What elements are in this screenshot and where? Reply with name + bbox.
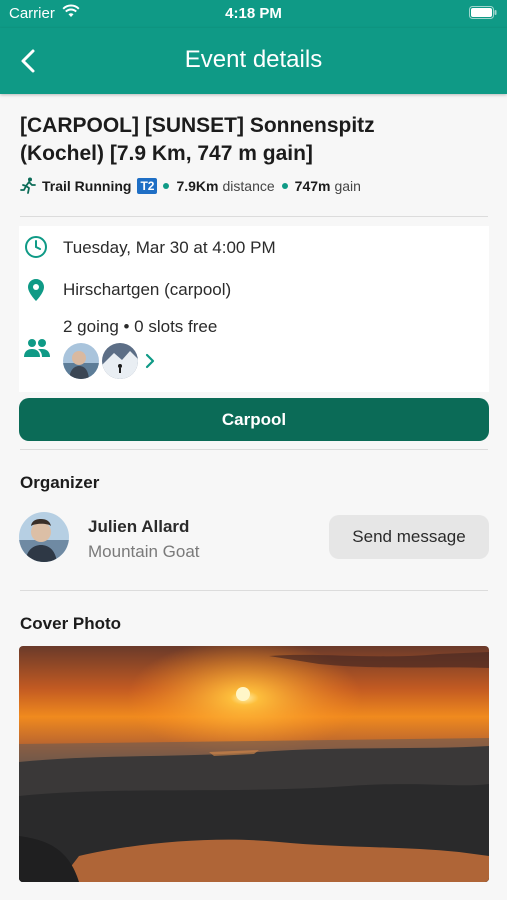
- gain-value: 747m: [294, 178, 331, 194]
- nav-bar: Event details: [0, 28, 507, 94]
- chevron-right-icon: [145, 353, 155, 369]
- activity-label: Trail Running: [42, 178, 132, 194]
- separator-dot: [163, 183, 170, 189]
- attendance-summary: 2 going • 0 slots free: [63, 317, 218, 336]
- event-location[interactable]: Hirschartgen (carpool): [63, 280, 231, 300]
- runner-icon: [19, 177, 37, 195]
- divider: [20, 449, 488, 450]
- carpool-button[interactable]: Carpool: [19, 398, 489, 441]
- attendee-avatar[interactable]: [102, 343, 138, 379]
- clock-icon: [24, 235, 48, 264]
- organizer-section-title: Organizer: [20, 473, 100, 492]
- battery-icon: [469, 6, 497, 23]
- divider: [20, 216, 488, 217]
- event-meta-row: Trail Running T2 7.9Km distance 747m gai…: [19, 176, 489, 196]
- divider: [20, 590, 488, 591]
- map-pin-icon: [25, 278, 47, 307]
- difficulty-badge: T2: [137, 178, 158, 194]
- people-icon: [23, 338, 51, 363]
- organizer-role: Mountain Goat: [88, 542, 200, 561]
- event-details-card: Tuesday, Mar 30 at 4:00 PM Hirschartgen …: [19, 226, 489, 392]
- cover-photo: [19, 646, 489, 882]
- page-title: Event details: [184, 46, 323, 73]
- event-title-line-2: (Kochel) [7.9 Km, 747 m gain]: [20, 142, 313, 165]
- organizer-avatar[interactable]: [19, 512, 69, 562]
- gain-label: gain: [334, 178, 361, 194]
- distance-value: 7.9Km: [176, 178, 219, 194]
- clock-time: 4:18 PM: [225, 5, 282, 22]
- event-title-line-1: [CARPOOL] [SUNSET] Sonnenspitz: [20, 114, 375, 137]
- distance-label: distance: [222, 178, 275, 194]
- attendee-avatar[interactable]: [63, 343, 99, 379]
- event-datetime: Tuesday, Mar 30 at 4:00 PM: [63, 238, 276, 257]
- show-attendees-button[interactable]: [144, 352, 156, 375]
- separator-dot: [281, 183, 288, 189]
- event-title: [CARPOOL] [SUNSET] Sonnenspitz (Kochel) …: [20, 112, 490, 168]
- send-message-button[interactable]: Send message: [329, 515, 489, 559]
- organizer-name[interactable]: Julien Allard: [88, 517, 189, 537]
- cover-photo-section-title: Cover Photo: [20, 614, 122, 633]
- status-bar: Carrier 4:18 PM: [0, 0, 507, 28]
